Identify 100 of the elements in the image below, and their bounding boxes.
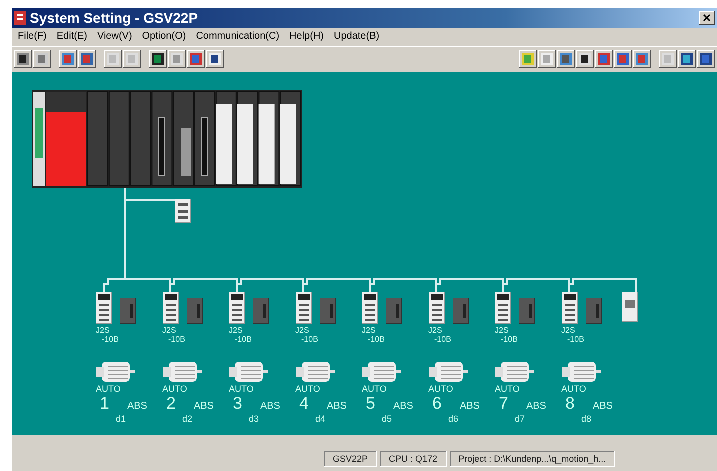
encoder-label: ABS: [194, 401, 214, 412]
toolbar-icon[interactable]: [576, 50, 594, 68]
axis-name: d1: [115, 414, 126, 424]
menu-item[interactable]: Edit(E): [56, 31, 88, 42]
terminator-unit-drawing[interactable]: [622, 292, 638, 322]
toolbar-icon[interactable]: [78, 50, 96, 68]
toolbar-icon[interactable]: [633, 50, 651, 68]
mode-label: AUTO: [428, 384, 454, 394]
encoder-label: ABS: [393, 401, 414, 412]
toolbar-icon[interactable]: [187, 50, 205, 68]
motor-icon[interactable]: [428, 360, 468, 384]
app-icon: [14, 10, 26, 25]
motor-icon[interactable]: [495, 360, 535, 384]
amplifier-suffix: -10B: [300, 335, 318, 344]
toolbar-icon[interactable]: [614, 50, 632, 68]
servo-amplifier-drawing[interactable]: [362, 292, 378, 324]
servo-amplifier-drawing[interactable]: [96, 292, 112, 324]
servo-amplifier-drawing[interactable]: [495, 292, 511, 324]
amplifier-model: J2S: [229, 326, 243, 336]
module-drawing: [186, 298, 202, 324]
toolbar-icon[interactable]: [519, 50, 537, 68]
amplifier-model: J2S: [495, 326, 509, 336]
encoder-label: ABS: [460, 401, 480, 412]
amplifier-model: J2S: [428, 326, 442, 336]
servo-amplifier-drawing[interactable]: [162, 292, 178, 324]
encoder-label: ABS: [326, 401, 347, 412]
mode-label: AUTO: [562, 384, 586, 394]
mode-label: AUTO: [162, 384, 188, 394]
servo-amplifier-drawing[interactable]: [296, 292, 312, 324]
toolbar-icon[interactable]: [595, 50, 613, 68]
plc-rack-drawing[interactable]: [32, 90, 302, 188]
menu-item[interactable]: File(F): [18, 31, 47, 42]
toolbar-icon[interactable]: [659, 50, 677, 68]
encoder-label: ABS: [526, 401, 546, 412]
axis-name: d7: [514, 414, 526, 424]
interface-unit-drawing[interactable]: [175, 199, 191, 224]
module-drawing: [519, 298, 535, 324]
toolbar-icon[interactable]: [149, 50, 167, 68]
mode-label: AUTO: [96, 384, 121, 394]
amplifier-suffix: -10B: [367, 335, 385, 344]
module-drawing: [586, 298, 602, 324]
amplifier-suffix: -10B: [168, 335, 186, 344]
axis-name: d6: [448, 414, 459, 424]
mode-label: AUTO: [229, 384, 254, 394]
axis-name: d2: [182, 414, 193, 424]
module-drawing: [120, 298, 136, 324]
motor-icon[interactable]: [562, 360, 602, 384]
menu-item[interactable]: Update(B): [334, 31, 380, 42]
menu-item[interactable]: Help(H): [290, 31, 324, 42]
module-drawing: [386, 298, 402, 324]
amplifier-model: J2S: [96, 326, 110, 336]
axis-name: d4: [314, 414, 326, 424]
toolbar-icon[interactable]: [678, 50, 696, 68]
toolbar-icon[interactable]: [168, 50, 186, 68]
motor-icon[interactable]: [96, 360, 136, 384]
module-drawing: [253, 298, 269, 324]
servo-amplifier-drawing[interactable]: [562, 292, 578, 324]
axis-name: d3: [248, 414, 260, 424]
encoder-label: ABS: [260, 401, 280, 412]
axis-number: 1: [100, 394, 110, 414]
servo-amplifier-drawing[interactable]: [428, 292, 444, 324]
axis-number: 7: [499, 394, 508, 414]
encoder-label: ABS: [127, 401, 148, 412]
status-field: Project : D:\Kundenp...\q_motion_h...: [450, 451, 616, 467]
motor-icon[interactable]: [162, 360, 202, 384]
axis-number: 6: [432, 394, 442, 414]
amplifier-suffix: -10B: [434, 335, 452, 344]
window-title: System Setting - GSV22P: [30, 10, 200, 26]
amplifier-model: J2S: [296, 326, 310, 336]
toolbar-icon[interactable]: [697, 50, 715, 68]
menu-item[interactable]: Option(O): [142, 31, 186, 42]
menu-item[interactable]: Communication(C): [196, 31, 280, 42]
toolbar-icon[interactable]: [14, 50, 32, 68]
axis-number: 8: [566, 394, 575, 414]
toolbar-icon[interactable]: [538, 50, 556, 68]
status-field: GSV22P: [324, 451, 378, 467]
menu-item[interactable]: View(V): [97, 31, 132, 42]
mode-label: AUTO: [495, 384, 520, 394]
amplifier-model: J2S: [362, 326, 376, 336]
status-field: CPU : Q172: [380, 451, 447, 467]
motor-icon[interactable]: [229, 360, 269, 384]
encoder-label: ABS: [592, 401, 613, 412]
amplifier-suffix: -10B: [101, 335, 119, 344]
toolbar-icon[interactable]: [123, 50, 141, 68]
toolbar-icon[interactable]: [33, 50, 51, 68]
mode-label: AUTO: [362, 384, 387, 394]
axis-number: 3: [233, 394, 242, 414]
toolbar-icon[interactable]: [59, 50, 77, 68]
toolbar-icon[interactable]: [104, 50, 122, 68]
motor-icon[interactable]: [296, 360, 336, 384]
toolbar-icon[interactable]: [557, 50, 575, 68]
axis-number: 5: [366, 394, 376, 414]
motor-icon[interactable]: [362, 360, 402, 384]
amplifier-model: J2S: [562, 326, 576, 336]
toolbar-icon[interactable]: [206, 50, 224, 68]
close-button[interactable]: [699, 10, 715, 25]
axis-number: 2: [166, 394, 176, 414]
axis-name: d5: [381, 414, 392, 424]
module-drawing: [320, 298, 336, 324]
servo-amplifier-drawing[interactable]: [229, 292, 245, 324]
